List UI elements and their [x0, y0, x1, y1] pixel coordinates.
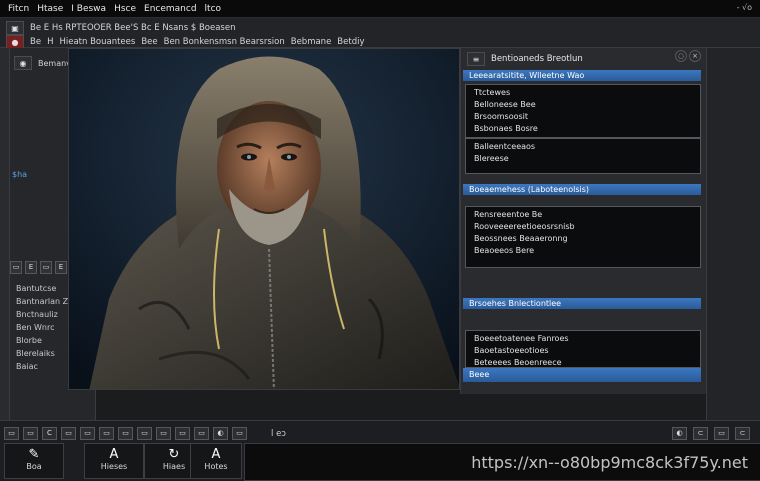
- list-item[interactable]: Bnctnauliz: [16, 310, 68, 319]
- menu-item[interactable]: Encemancd: [144, 4, 197, 14]
- text-icon: A: [109, 447, 119, 462]
- panel-icon[interactable]: ◉: [14, 56, 32, 70]
- panel-option-icon[interactable]: ◌: [675, 50, 687, 62]
- list-item[interactable]: Baiac: [16, 362, 68, 371]
- menu-item[interactable]: Htase: [37, 4, 63, 14]
- app-icon[interactable]: ▣: [6, 21, 24, 35]
- panel-header: ≡ Bentioaneds Breotlun: [467, 52, 583, 66]
- menu-icon[interactable]: ≡: [467, 52, 485, 66]
- tool-icon[interactable]: ▭: [23, 427, 38, 440]
- thumb-label: Hotes: [204, 462, 228, 471]
- window-controls[interactable]: - √o: [737, 3, 752, 12]
- toolbar-item[interactable]: Betdiy: [337, 37, 364, 47]
- pencil-icon: ✎: [28, 447, 40, 462]
- property-line[interactable]: Beaoeeos Bere: [474, 246, 700, 255]
- property-line[interactable]: Rooveeeereetioeosrsnisb: [474, 222, 700, 231]
- tool-icon[interactable]: ▭: [118, 427, 133, 440]
- bottom-right-controls: ◐ ⊂ ▭ ⊂: [672, 427, 750, 440]
- section-content: Balleentceeaos Blereese: [465, 138, 701, 174]
- property-line[interactable]: Balleentceeaos: [474, 142, 700, 151]
- property-line[interactable]: Baoetastoeeotioes: [474, 346, 700, 355]
- footer-bar[interactable]: Beee: [463, 368, 701, 382]
- bottom-toolbar: ▭ ▭ C ▭ ▭ ▭ ▭ ▭ ▭ ▭ ▭ ◐ ▭ l eɔ: [4, 427, 286, 440]
- section-content: Ttctewes Belloneese Bee Brsoomsoosit Bsb…: [465, 84, 701, 138]
- control-icon[interactable]: ▭: [714, 427, 729, 440]
- list-item[interactable]: Blerelaiks: [16, 349, 68, 358]
- layer-list: Bantutcse Bantnarlan Z Bnctnauliz Ben Wn…: [16, 284, 68, 375]
- tool-icon[interactable]: E: [55, 261, 67, 274]
- thumb-label: Hieses: [100, 462, 128, 471]
- hooded-man-image: [69, 49, 459, 389]
- right-dock: [706, 48, 760, 420]
- toolbar-title: Be E Hs RPTEOOER Bee'S Bc E Nsans $ Boea…: [30, 23, 236, 33]
- tool-icon[interactable]: ▭: [175, 427, 190, 440]
- toolbar-item[interactable]: Bebmane: [291, 37, 332, 47]
- tool-icon[interactable]: ▭: [156, 427, 171, 440]
- property-line[interactable]: Rensreeentoe Be: [474, 210, 700, 219]
- control-icon[interactable]: ⊂: [693, 427, 708, 440]
- menu-item[interactable]: Hsce: [114, 4, 136, 14]
- tool-icon[interactable]: ▭: [10, 261, 22, 274]
- tool-icon[interactable]: ▭: [99, 427, 114, 440]
- toolbar-item[interactable]: Be: [30, 37, 41, 47]
- tool-icon[interactable]: ▭: [61, 427, 76, 440]
- section-content: Boeeetoatenee Fanroes Baoetastoeeotioes …: [465, 330, 701, 368]
- image-canvas[interactable]: [68, 48, 460, 390]
- property-line[interactable]: Belloneese Bee: [474, 100, 700, 109]
- tool-icon[interactable]: ▭: [232, 427, 247, 440]
- record-icon[interactable]: ●: [6, 35, 24, 49]
- toolbar-item[interactable]: Bee: [141, 37, 157, 47]
- property-line[interactable]: Ttctewes: [474, 88, 700, 97]
- watermark-text: https://xn--o80bp9mc8ck3f75y.net: [471, 453, 748, 472]
- tool-icon[interactable]: C: [42, 427, 57, 440]
- toolbar: ▣ Be E Hs RPTEOOER Bee'S Bc E Nsans $ Bo…: [0, 18, 760, 49]
- left-dock: [0, 48, 10, 420]
- text-icon: A: [211, 447, 221, 462]
- tool-icon[interactable]: ▭: [194, 427, 209, 440]
- panel-title: Bentioaneds Breotlun: [491, 54, 583, 64]
- menu-bar: Fitcn Htase I Beswa Hsce Encemancd ltco …: [0, 0, 760, 18]
- bottom-bar: ▭ ▭ C ▭ ▭ ▭ ▭ ▭ ▭ ▭ ▭ ◐ ▭ l eɔ ◐ ⊂ ▭ ⊂ ✎…: [0, 420, 760, 481]
- thumb-label: Boa: [26, 462, 42, 471]
- tool-icon[interactable]: ▭: [137, 427, 152, 440]
- menu-item[interactable]: Fitcn: [8, 4, 29, 14]
- panel-marker: $ha: [12, 170, 28, 179]
- toolbar-item[interactable]: Ben Bonkensmsn Bearsrsion: [164, 37, 285, 47]
- control-icon[interactable]: ◐: [672, 427, 687, 440]
- property-line[interactable]: Beossnees Beaaeronng: [474, 234, 700, 243]
- properties-panel: ≡ Bentioaneds Breotlun ◌ × Leeearatsitit…: [460, 48, 706, 394]
- section-header[interactable]: Boeaemehess (Laboteenolsis): [463, 184, 701, 195]
- panel-close-icon[interactable]: ×: [689, 50, 701, 62]
- list-item[interactable]: Blorbe: [16, 336, 68, 345]
- property-line[interactable]: Boeeetoatenee Fanroes: [474, 334, 700, 343]
- toolbar-item[interactable]: H: [47, 37, 53, 47]
- property-line[interactable]: Bsbonaes Bosre: [474, 124, 700, 133]
- property-line[interactable]: Brsoomsoosit: [474, 112, 700, 121]
- section-header[interactable]: Leeearatsitite, Wlleetne Wao: [463, 70, 701, 81]
- list-item[interactable]: Bantnarlan Z: [16, 297, 68, 306]
- property-line[interactable]: Blereese: [474, 154, 700, 163]
- asset-thumb[interactable]: A Hotes: [190, 443, 242, 479]
- tool-icon[interactable]: E: [25, 261, 37, 274]
- timeline-label: l eɔ: [271, 428, 286, 439]
- property-line[interactable]: Beteeees Beoenreece: [474, 358, 700, 367]
- asset-thumb[interactable]: A Hieses: [84, 443, 144, 479]
- control-icon[interactable]: ⊂: [735, 427, 750, 440]
- toolbar-row-1: ▣ Be E Hs RPTEOOER Bee'S Bc E Nsans $ Bo…: [6, 21, 235, 35]
- section-header[interactable]: Brsoehes Bnlectiontlee: [463, 298, 701, 309]
- section-content: Rensreeentoe Be Rooveeeereetioeosrsnisb …: [465, 206, 701, 268]
- asset-thumb[interactable]: ✎ Boa: [4, 443, 64, 479]
- menu-item[interactable]: ltco: [205, 4, 221, 14]
- tool-icon[interactable]: ◐: [213, 427, 228, 440]
- list-item[interactable]: Ben Wnrc: [16, 323, 68, 332]
- tool-icon[interactable]: ▭: [4, 427, 19, 440]
- menu-item[interactable]: I Beswa: [71, 4, 106, 14]
- tool-icon[interactable]: ▭: [80, 427, 95, 440]
- tool-icon[interactable]: ▭: [40, 261, 52, 274]
- toolbar-item[interactable]: Hieatn Bouantees: [59, 37, 135, 47]
- toolbar-row-2: ● Be H Hieatn Bouantees Bee Ben Bonkensm…: [6, 35, 364, 49]
- list-item[interactable]: Bantutcse: [16, 284, 68, 293]
